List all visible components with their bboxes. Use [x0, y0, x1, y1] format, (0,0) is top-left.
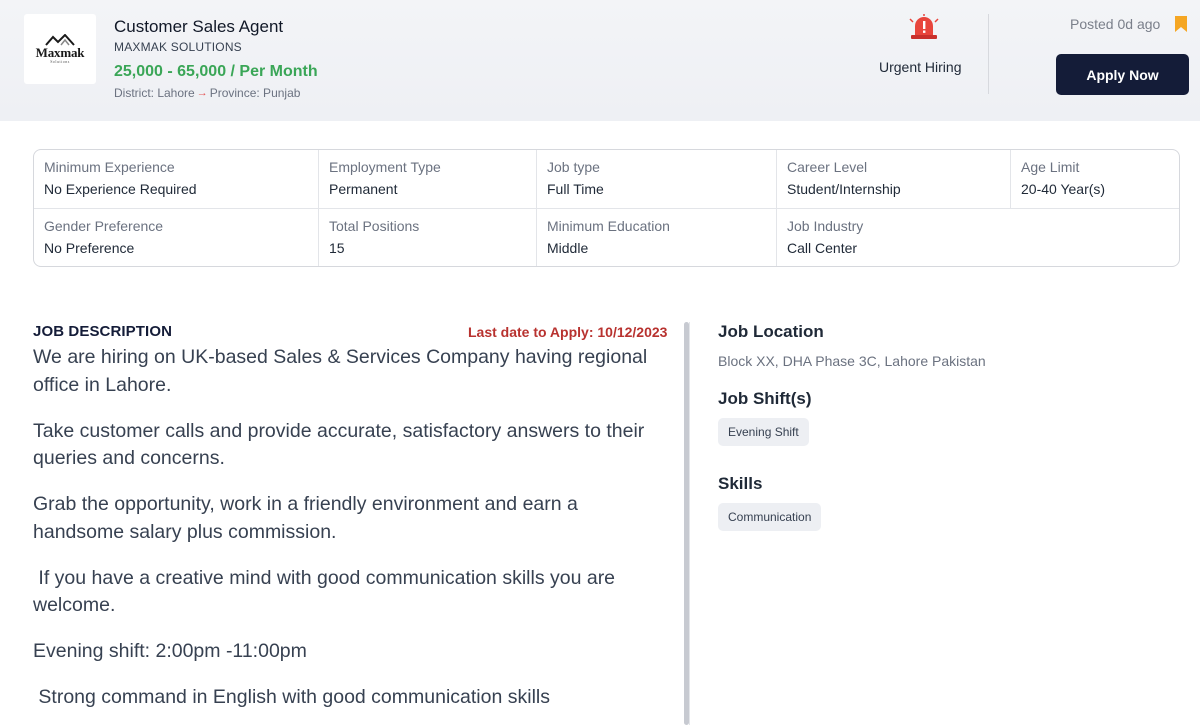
- company-name[interactable]: MAXMAK SOLUTIONS: [114, 40, 242, 54]
- detail-job-industry: Job Industry Call Center: [776, 209, 1179, 266]
- detail-age-limit: Age Limit 20-40 Year(s): [1010, 150, 1179, 208]
- last-date-to-apply: Last date to Apply: 10/12/2023: [468, 324, 668, 340]
- detail-gender-preference: Gender Preference No Preference: [34, 209, 318, 266]
- detail-label: Job Industry: [787, 218, 864, 234]
- location-line: District: Lahore → Province: Punjab: [114, 86, 300, 100]
- urgent-hiring-label: Urgent Hiring: [879, 59, 962, 75]
- job-title: Customer Sales Agent: [114, 17, 284, 36]
- description-paragraph: Evening shift: 2:00pm -11:00pm: [33, 640, 307, 662]
- logo-name: Maxmak: [35, 45, 85, 60]
- detail-career-level: Career Level Student/Internship: [776, 150, 1010, 208]
- detail-label: Gender Preference: [44, 218, 164, 234]
- skills-heading: Skills: [718, 474, 763, 493]
- detail-label: Age Limit: [1021, 159, 1080, 175]
- job-shifts-heading: Job Shift(s): [718, 389, 812, 408]
- detail-value: Student/Internship: [787, 181, 901, 197]
- logo-subtitle: Solutions: [50, 59, 70, 64]
- detail-job-type: Job type Full Time: [536, 150, 776, 208]
- detail-label: Minimum Experience: [44, 159, 175, 175]
- detail-label: Job type: [547, 159, 600, 175]
- job-details-table: Minimum Experience No Experience Require…: [33, 149, 1180, 267]
- shift-chip[interactable]: Evening Shift: [718, 418, 809, 446]
- header-divider: [988, 14, 989, 94]
- detail-value: No Experience Required: [44, 181, 197, 197]
- job-description-heading: JOB DESCRIPTION: [33, 323, 173, 340]
- skill-chip[interactable]: Communication: [718, 503, 822, 531]
- job-description-body: We are hiring on UK-based Sales & Servic…: [33, 344, 673, 725]
- district-text: District: Lahore: [114, 86, 195, 100]
- detail-value: Permanent: [329, 181, 398, 197]
- detail-min-education: Minimum Education Middle: [536, 209, 776, 266]
- job-location-heading: Job Location: [718, 322, 824, 341]
- posted-time: Posted 0d ago: [1070, 16, 1161, 32]
- arrow-right-icon: →: [196, 87, 208, 99]
- description-paragraph: Grab the opportunity, work in a friendly…: [33, 493, 578, 543]
- job-location-text: Block XX, DHA Phase 3C, Lahore Pakistan: [718, 353, 986, 369]
- job-header: Maxmak Solutions Customer Sales Agent MA…: [0, 0, 1200, 121]
- detail-value: Call Center: [787, 240, 858, 256]
- detail-value: No Preference: [44, 240, 135, 256]
- detail-label: Total Positions: [329, 218, 420, 234]
- detail-value: Full Time: [547, 181, 604, 197]
- salary-range: 25,000 - 65,000 / Per Month: [114, 63, 318, 80]
- detail-value: 15: [329, 240, 345, 256]
- description-scrollbar[interactable]: [684, 322, 689, 725]
- detail-label: Minimum Education: [547, 218, 670, 234]
- description-paragraph: If you have a creative mind with good co…: [33, 566, 616, 617]
- scrollbar-track: [689, 322, 690, 725]
- detail-value: 20-40 Year(s): [1021, 181, 1106, 197]
- detail-total-positions: Total Positions 15: [318, 209, 536, 266]
- detail-min-experience: Minimum Experience No Experience Require…: [34, 150, 318, 208]
- description-paragraph: Strong command in English with good comm…: [33, 686, 550, 708]
- detail-label: Employment Type: [329, 159, 441, 175]
- apply-now-button[interactable]: Apply Now: [1056, 54, 1189, 95]
- province-text: Province: Punjab: [209, 86, 301, 100]
- detail-employment-type: Employment Type Permanent: [318, 150, 536, 208]
- description-paragraph: We are hiring on UK-based Sales & Servic…: [33, 346, 648, 396]
- details-row: Minimum Experience No Experience Require…: [34, 150, 1179, 209]
- detail-value: Middle: [547, 240, 589, 256]
- bookmark-icon[interactable]: [1174, 15, 1188, 33]
- detail-label: Career Level: [787, 159, 868, 175]
- company-logo[interactable]: Maxmak Solutions: [24, 14, 96, 84]
- details-row: Gender Preference No Preference Total Po…: [34, 209, 1179, 266]
- siren-icon: [909, 14, 939, 39]
- description-paragraph: Take customer calls and provide accurate…: [33, 419, 645, 470]
